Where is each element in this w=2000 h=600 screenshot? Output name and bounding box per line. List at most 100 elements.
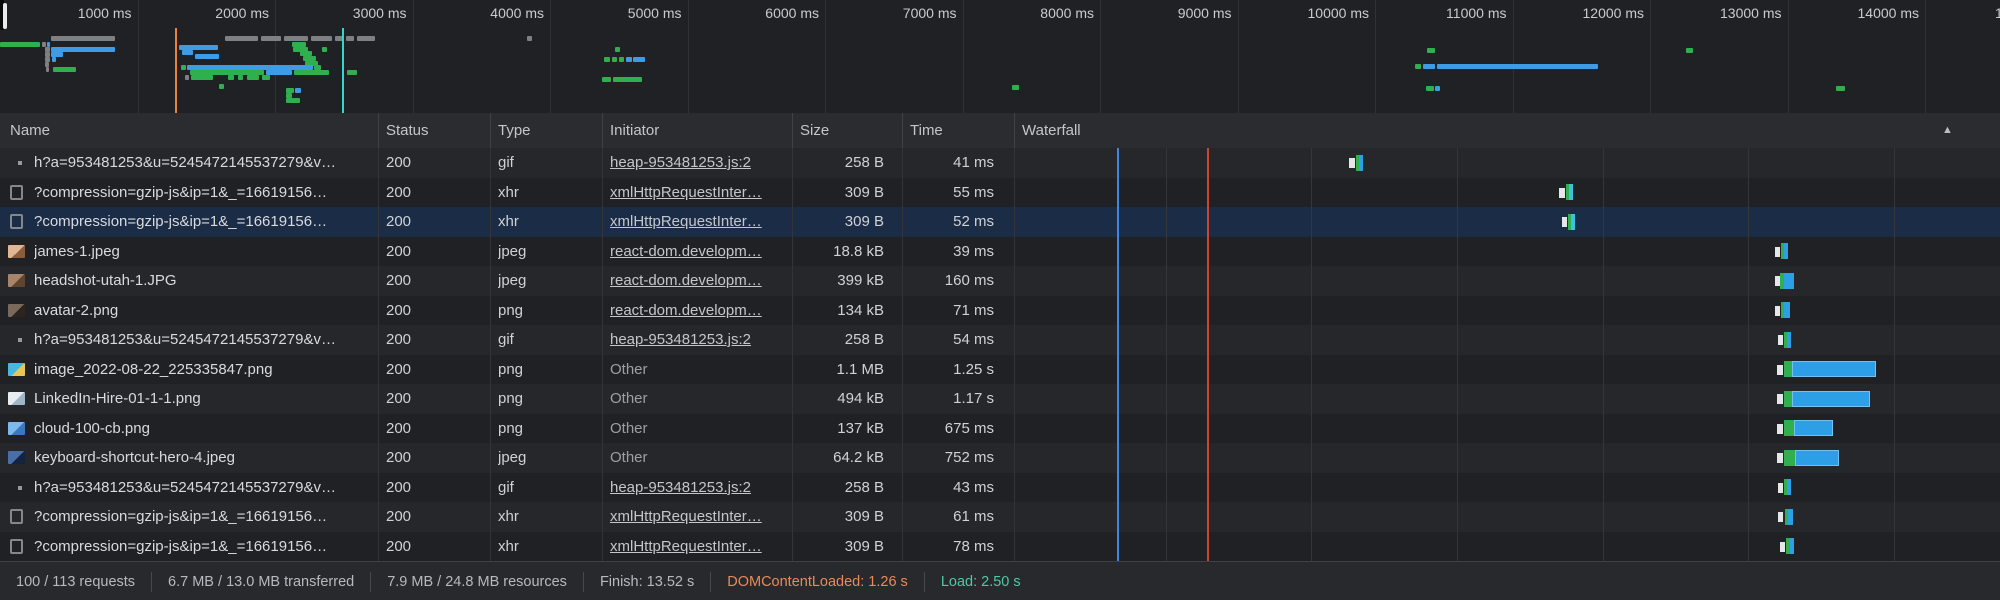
overview-bar xyxy=(1415,64,1421,69)
column-header-status[interactable]: Status xyxy=(386,113,429,148)
initiator-link[interactable]: react-dom.developm… xyxy=(610,296,788,326)
overview-bar xyxy=(1426,86,1434,91)
status-cell: 200 xyxy=(386,207,486,237)
timeline-label: 8000 ms xyxy=(1040,5,1094,21)
waterfall-dcl-line xyxy=(1117,148,1119,561)
type-cell: png xyxy=(498,296,598,326)
overview-drag-handle[interactable] xyxy=(3,3,7,29)
header-column-divider xyxy=(1014,113,1015,148)
time-cell: 675 ms xyxy=(902,414,994,444)
table-row[interactable]: LinkedIn-Hire-01-1-1.png200pngOther494 k… xyxy=(0,384,2000,414)
initiator-link[interactable]: xmlHttpRequestInter… xyxy=(610,178,788,208)
waterfall-bar xyxy=(1777,424,1783,434)
initiator-cell: Other xyxy=(610,384,788,414)
table-row[interactable]: h?a=953481253&u=5245472145537279&v…200gi… xyxy=(0,325,2000,355)
waterfall-bar xyxy=(1359,155,1363,171)
initiator-link[interactable]: heap-953481253.js:2 xyxy=(610,473,788,503)
overview-bar xyxy=(615,47,620,52)
status-cell: 200 xyxy=(386,266,486,296)
waterfall-bar xyxy=(1775,306,1780,316)
table-row[interactable]: headshot-utah-1.JPG200jpegreact-dom.deve… xyxy=(0,266,2000,296)
summary-resources: 7.9 MB / 24.8 MB resources xyxy=(371,572,584,592)
header-column-divider xyxy=(490,113,491,148)
waterfall-gridline xyxy=(1603,148,1604,561)
waterfall-bar xyxy=(1784,361,1792,377)
type-cell: jpeg xyxy=(498,443,598,473)
table-row[interactable]: james-1.jpeg200jpegreact-dom.developm…18… xyxy=(0,237,2000,267)
initiator-link[interactable]: heap-953481253.js:2 xyxy=(610,148,788,178)
column-header-initiator[interactable]: Initiator xyxy=(610,113,659,148)
table-row[interactable]: h?a=953481253&u=5245472145537279&v…200gi… xyxy=(0,473,2000,503)
initiator-link[interactable]: xmlHttpRequestInter… xyxy=(610,207,788,237)
image-thumbnail-icon xyxy=(8,245,25,258)
waterfall-gridline xyxy=(1748,148,1749,561)
type-cell: jpeg xyxy=(498,266,598,296)
size-cell: 64.2 kB xyxy=(792,443,884,473)
column-header-waterfall[interactable]: Waterfall xyxy=(1022,113,1081,148)
status-cell: 200 xyxy=(386,178,486,208)
table-row[interactable]: h?a=953481253&u=5245472145537279&v…200gi… xyxy=(0,148,2000,178)
timeline-divider xyxy=(963,0,964,113)
summary-requests-count: 100 / 113 requests xyxy=(0,572,152,592)
overview-bar xyxy=(613,77,642,82)
overview-load-line xyxy=(342,28,344,113)
initiator-link[interactable]: xmlHttpRequestInter… xyxy=(610,532,788,562)
overview-bar xyxy=(1437,64,1598,69)
type-cell: xhr xyxy=(498,178,598,208)
waterfall-bar xyxy=(1790,538,1794,554)
initiator-link[interactable]: heap-953481253.js:2 xyxy=(610,325,788,355)
request-name: james-1.jpeg xyxy=(34,237,374,267)
request-rows: h?a=953481253&u=5245472145537279&v…200gi… xyxy=(0,148,2000,561)
size-cell: 309 B xyxy=(792,502,884,532)
table-row[interactable]: ?compression=gzip-js&ip=1&_=16619156…200… xyxy=(0,207,2000,237)
waterfall-bar xyxy=(1784,273,1794,289)
gif-pixel-icon xyxy=(18,338,22,342)
column-header-time[interactable]: Time xyxy=(910,113,943,148)
waterfall-bar xyxy=(1777,394,1783,404)
table-row[interactable]: keyboard-shortcut-hero-4.jpeg200jpegOthe… xyxy=(0,443,2000,473)
table-row[interactable]: image_2022-08-22_225335847.png200pngOthe… xyxy=(0,355,2000,385)
request-name: keyboard-shortcut-hero-4.jpeg xyxy=(34,443,374,473)
table-row[interactable]: cloud-100-cb.png200pngOther137 kB675 ms xyxy=(0,414,2000,444)
overview-bar xyxy=(1423,64,1435,69)
waterfall-bar xyxy=(1787,479,1791,495)
xhr-document-icon xyxy=(10,185,23,200)
waterfall-bar xyxy=(1788,509,1793,525)
status-cell: 200 xyxy=(386,443,486,473)
initiator-cell: Other xyxy=(610,414,788,444)
overview-bar xyxy=(46,67,49,72)
network-overview[interactable]: 1000 ms2000 ms3000 ms4000 ms5000 ms6000 … xyxy=(0,0,2000,114)
type-cell: xhr xyxy=(498,207,598,237)
time-cell: 78 ms xyxy=(902,532,994,562)
size-cell: 309 B xyxy=(792,178,884,208)
table-row[interactable]: avatar-2.png200pngreact-dom.developm…134… xyxy=(0,296,2000,326)
timeline-divider xyxy=(1788,0,1789,113)
table-row[interactable]: ?compression=gzip-js&ip=1&_=16619156…200… xyxy=(0,532,2000,562)
timeline-divider xyxy=(413,0,414,113)
timeline-divider xyxy=(1375,0,1376,113)
waterfall-bar xyxy=(1780,542,1785,552)
overview-bar xyxy=(347,70,357,75)
summary-transferred: 6.7 MB / 13.0 MB transferred xyxy=(152,572,371,592)
overview-bar xyxy=(619,57,624,62)
table-row[interactable]: ?compression=gzip-js&ip=1&_=16619156… 200… xyxy=(0,502,2000,532)
timeline-label: 3000 ms xyxy=(353,5,407,21)
initiator-link[interactable]: react-dom.developm… xyxy=(610,237,788,267)
time-cell: 160 ms xyxy=(902,266,994,296)
column-header-type[interactable]: Type xyxy=(498,113,531,148)
size-cell: 258 B xyxy=(792,473,884,503)
initiator-link[interactable]: xmlHttpRequestInter… xyxy=(610,502,788,532)
sort-arrow-icon[interactable]: ▲ xyxy=(1942,113,1953,148)
column-header-size[interactable]: Size xyxy=(800,113,829,148)
waterfall-bar xyxy=(1775,247,1780,257)
header-column-divider xyxy=(602,113,603,148)
initiator-link[interactable]: react-dom.developm… xyxy=(610,266,788,296)
column-header-name[interactable]: Name xyxy=(10,113,50,148)
status-cell: 200 xyxy=(386,502,486,532)
table-row[interactable]: ?compression=gzip-js&ip=1&_=16619156… 200… xyxy=(0,178,2000,208)
request-name: ?compression=gzip-js&ip=1&_=16619156… xyxy=(34,178,374,208)
request-name: ?compression=gzip-js&ip=1&_=16619156… xyxy=(34,502,374,532)
status-cell: 200 xyxy=(386,325,486,355)
overview-bar xyxy=(286,98,300,103)
gif-pixel-icon xyxy=(18,486,22,490)
